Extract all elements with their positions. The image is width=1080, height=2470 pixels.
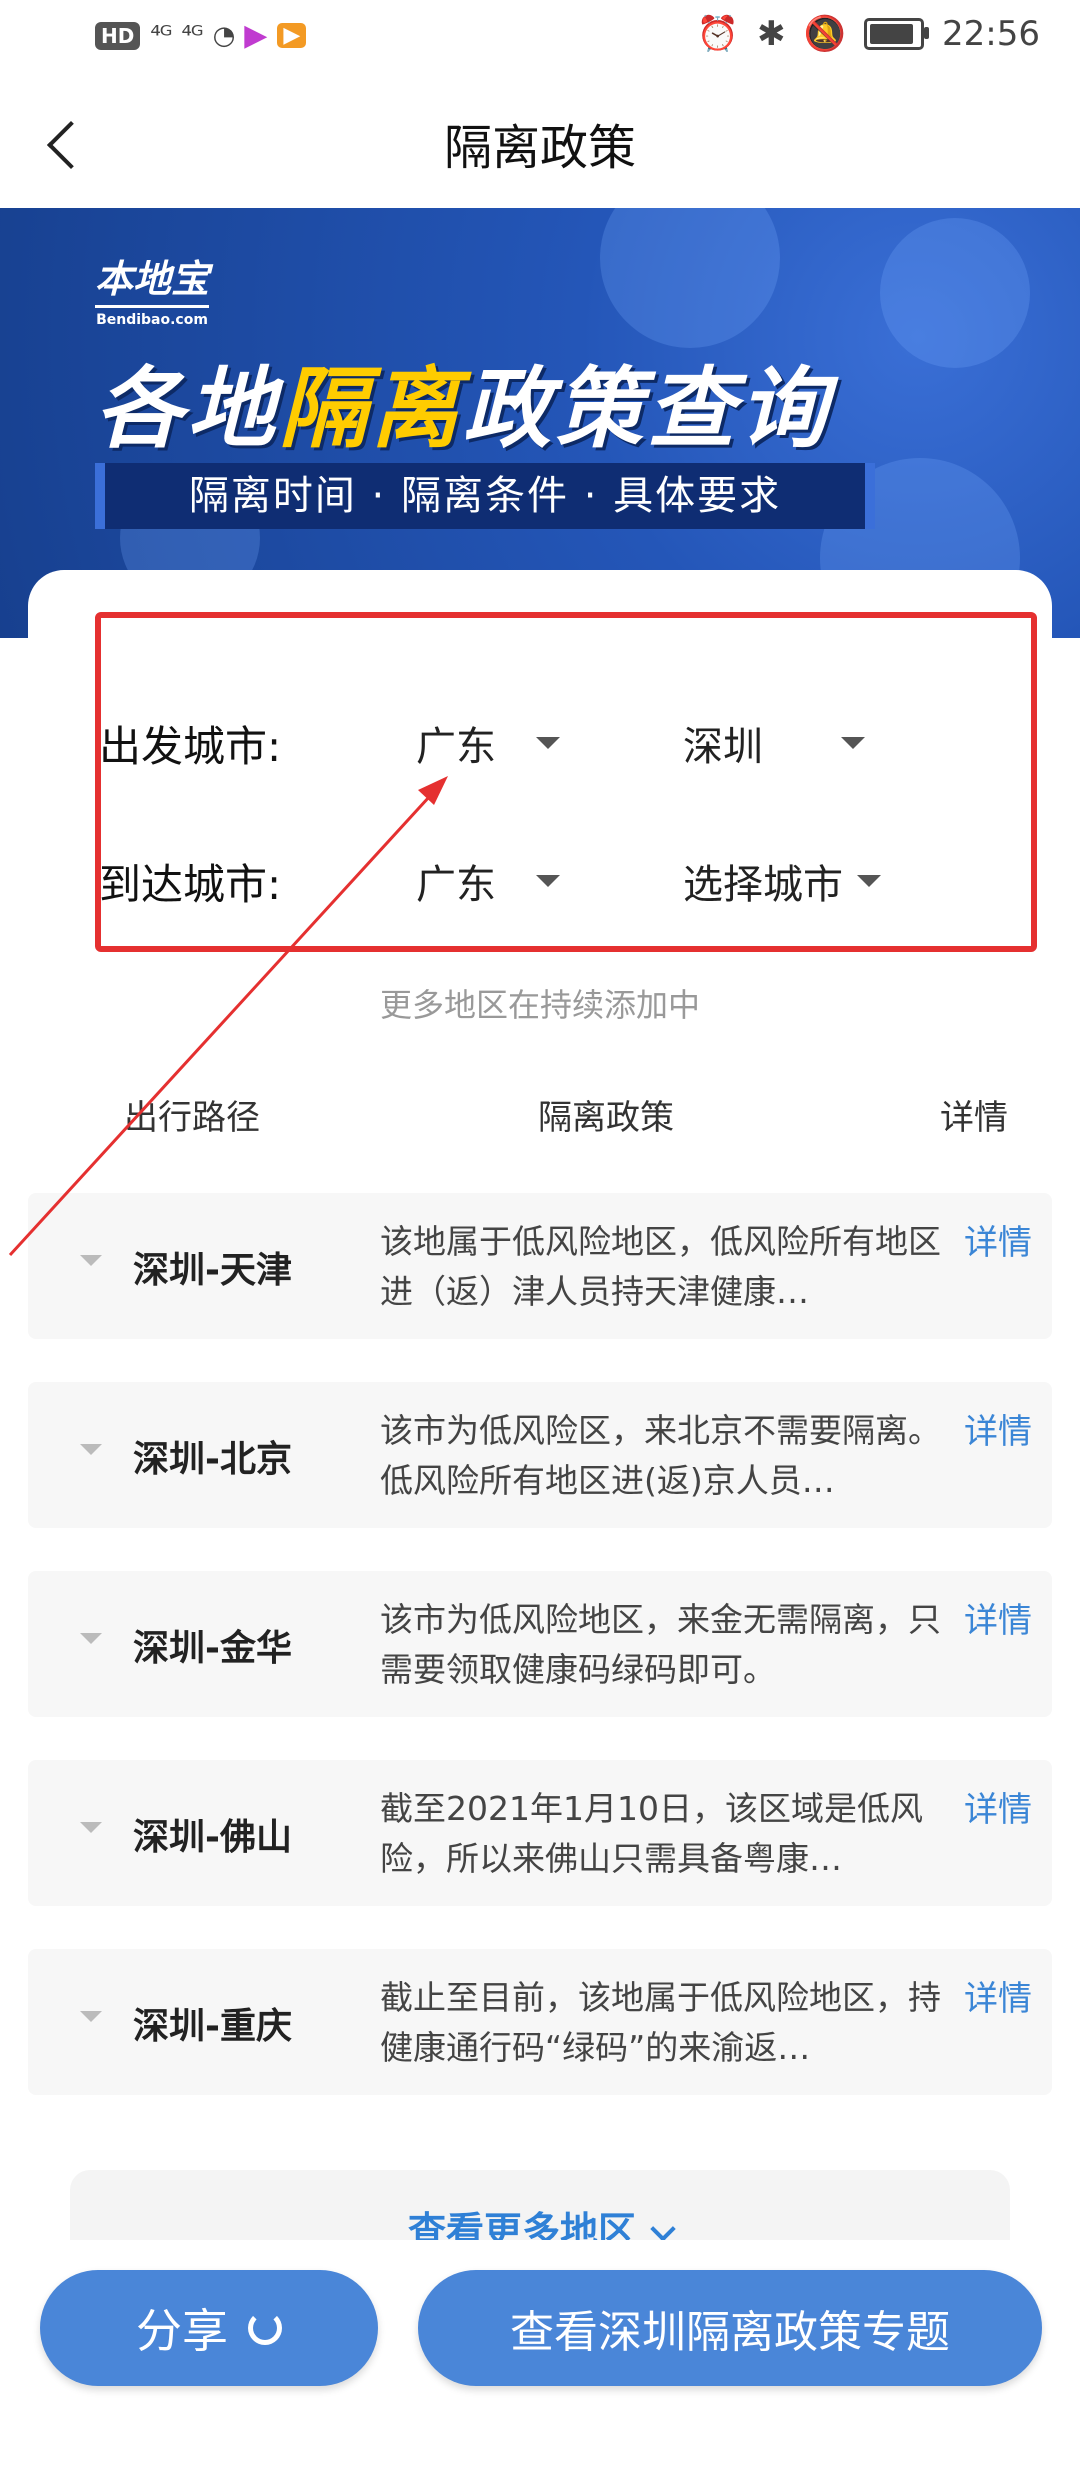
arrival-province-select[interactable]: 广东 (416, 852, 560, 910)
header-detail: 详情 (940, 1098, 1008, 1138)
table-row[interactable]: 深圳-重庆 截止至目前，该地属于低风险地区，持健康通行码“绿码”的来渝返… 详情 (28, 1949, 1052, 2095)
departure-city-select[interactable]: 深圳 (683, 714, 865, 772)
table-row[interactable]: 深圳-佛山 截至2021年1月10日，该区域是低风险，所以来佛山只需具备粤康… … (28, 1760, 1052, 1906)
banner-title: 各地隔离政策查询 (95, 357, 832, 460)
policy-text: 截至2021年1月10日，该区域是低风险，所以来佛山只需具备粤康… (380, 1789, 923, 1878)
route-label: 深圳-金华 (133, 1628, 292, 1669)
more-regions-hint: 更多地区在持续添加中 (379, 986, 700, 1024)
expand-triangle-icon[interactable] (80, 1444, 102, 1455)
nav-bar: 隔离政策 (0, 80, 1080, 208)
header-policy: 隔离政策 (538, 1098, 674, 1138)
virus-decoration (600, 208, 780, 348)
policy-text: 该市为低风险地区，来金无需隔离，只需要领取健康码绿码即可。 (380, 1600, 941, 1689)
signal-icon-1: ⁴ᴳ (150, 20, 172, 51)
bottom-action-bar: 分享 查看深圳隔离政策专题 (0, 2240, 1080, 2400)
table-row[interactable]: 深圳-北京 该市为低风险区，来北京不需要隔离。低风险所有地区进(返)京人员… 详… (28, 1382, 1052, 1528)
departure-label: 出发城市: (99, 721, 282, 771)
mute-icon: 🔕 (803, 14, 847, 54)
player-app-icon: ▶ (277, 23, 307, 48)
clock: 22:56 (942, 14, 1040, 54)
city-selector-highlight: 出发城市: 广东 深圳 到达城市: 广东 选择城市 (95, 612, 1037, 952)
policy-text: 该地属于低风险地区，低风险所有地区进（返）津人员持天津健康… (380, 1222, 941, 1311)
detail-link[interactable]: 详情 (964, 1782, 1032, 1831)
table-row[interactable]: 深圳-金华 该市为低风险地区，来金无需隔离，只需要领取健康码绿码即可。 详情 (28, 1571, 1052, 1717)
status-bar: HD ⁴ᴳ ⁴ᴳ ◔ ▶ ▶ ⏰ ✱ 🔕 22:56 (0, 0, 1080, 80)
departure-row: 出发城市: 广东 深圳 (99, 703, 1043, 783)
expand-triangle-icon[interactable] (80, 1633, 102, 1644)
battery-icon (864, 18, 930, 50)
alarm-icon: ⏰ (696, 14, 740, 54)
bendibao-logo: 本地宝 Bendibao.com (95, 248, 210, 328)
share-button[interactable]: 分享 (40, 2270, 378, 2386)
table-row[interactable]: 深圳-天津 该地属于低风险地区，低风险所有地区进（返）津人员持天津健康… 详情 (28, 1193, 1052, 1339)
detail-link[interactable]: 详情 (964, 1404, 1032, 1453)
departure-province-select[interactable]: 广东 (416, 714, 560, 772)
expand-triangle-icon[interactable] (80, 1822, 102, 1833)
arrival-row: 到达城市: 广东 选择城市 (99, 841, 1043, 921)
route-label: 深圳-北京 (133, 1439, 292, 1480)
page-title: 隔离政策 (443, 120, 636, 176)
banner-subtitle: 隔离时间 · 隔离条件 · 具体要求 (95, 463, 875, 529)
header-route: 出行路径 (124, 1098, 260, 1138)
hd-badge: HD (95, 21, 141, 50)
route-label: 深圳-重庆 (133, 2006, 292, 2047)
wifi-icon: ◔ (212, 20, 236, 51)
expand-triangle-icon[interactable] (80, 1255, 102, 1266)
signal-icon-2: ⁴ᴳ (181, 20, 203, 51)
expand-triangle-icon[interactable] (80, 2011, 102, 2022)
arrival-label: 到达城市: (99, 859, 282, 909)
detail-link[interactable]: 详情 (964, 1593, 1032, 1642)
policy-text: 截止至目前，该地属于低风险地区，持健康通行码“绿码”的来渝返… (380, 1978, 941, 2067)
status-left: HD ⁴ᴳ ⁴ᴳ ◔ ▶ ▶ (95, 18, 307, 53)
virus-decoration (880, 218, 1030, 368)
detail-link[interactable]: 详情 (964, 1971, 1032, 2020)
caret-down-icon (857, 875, 881, 887)
route-label: 深圳-佛山 (133, 1817, 292, 1858)
caret-down-icon (536, 875, 560, 887)
shenzhen-topic-button[interactable]: 查看深圳隔离政策专题 (418, 2270, 1042, 2386)
chevron-down-icon (650, 2216, 676, 2242)
route-label: 深圳-天津 (133, 1250, 292, 1291)
caret-down-icon (841, 737, 865, 749)
arrival-city-select[interactable]: 选择城市 (683, 852, 881, 910)
share-icon (248, 2311, 282, 2345)
status-right: ⏰ ✱ 🔕 22:56 (697, 14, 1040, 54)
bluetooth-icon: ✱ (757, 14, 786, 54)
detail-link[interactable]: 详情 (964, 1215, 1032, 1264)
caret-down-icon (536, 737, 560, 749)
policy-text: 该市为低风险区，来北京不需要隔离。低风险所有地区进(返)京人员… (380, 1411, 941, 1500)
video-app-icon: ▶ (244, 18, 268, 53)
